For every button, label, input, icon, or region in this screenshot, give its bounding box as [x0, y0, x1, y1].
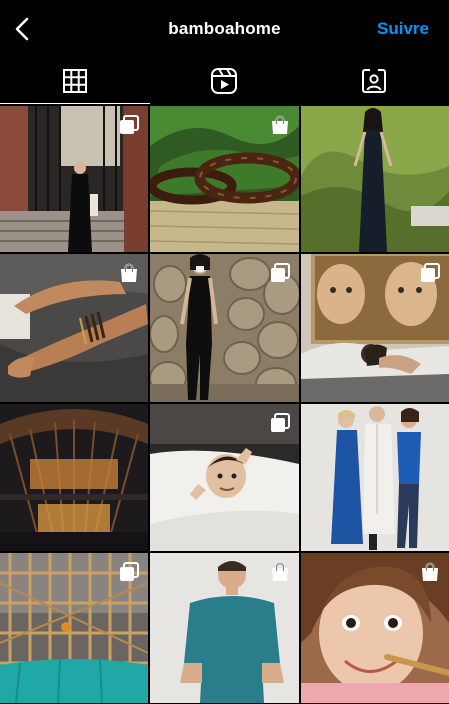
shopping-bag-icon [272, 115, 288, 134]
back-button[interactable] [8, 14, 36, 44]
post-image [0, 404, 148, 551]
post-thumbnail[interactable] [0, 106, 148, 252]
post-thumbnail[interactable] [150, 553, 299, 703]
profile-username: bamboahome [168, 19, 281, 38]
multi-photo-icon [421, 263, 440, 282]
multi-photo-icon [271, 263, 290, 282]
post-thumbnail[interactable] [150, 404, 299, 551]
reels-icon [211, 68, 238, 94]
multi-photo-icon [120, 562, 139, 581]
posts-grid [0, 106, 449, 704]
post-thumbnail[interactable] [301, 254, 449, 402]
post-thumbnail[interactable] [301, 106, 449, 252]
post-thumbnail[interactable] [150, 254, 299, 402]
post-thumbnail[interactable] [0, 553, 148, 703]
post-image [301, 106, 449, 252]
chevron-left-icon [15, 17, 29, 41]
tagged-person-icon [362, 69, 387, 93]
shopping-bag-icon [272, 562, 288, 581]
shopping-bag-icon [422, 562, 438, 581]
profile-tabs [0, 58, 449, 104]
tab-grid[interactable] [45, 61, 105, 101]
active-tab-indicator [0, 103, 150, 104]
shopping-bag-icon [121, 263, 137, 282]
multi-photo-icon [120, 115, 139, 134]
post-thumbnail[interactable] [301, 404, 449, 551]
post-thumbnail[interactable] [0, 254, 148, 402]
post-thumbnail[interactable] [301, 553, 449, 703]
profile-header: bamboahome Suivre [0, 0, 449, 58]
post-thumbnail[interactable] [0, 404, 148, 551]
multi-photo-icon [271, 413, 290, 432]
post-image [301, 404, 449, 551]
post-thumbnail[interactable] [150, 106, 299, 252]
grid-icon [62, 69, 87, 93]
follow-button[interactable]: Suivre [377, 19, 429, 39]
tab-reels[interactable] [194, 61, 254, 101]
tab-tagged[interactable] [344, 61, 404, 101]
